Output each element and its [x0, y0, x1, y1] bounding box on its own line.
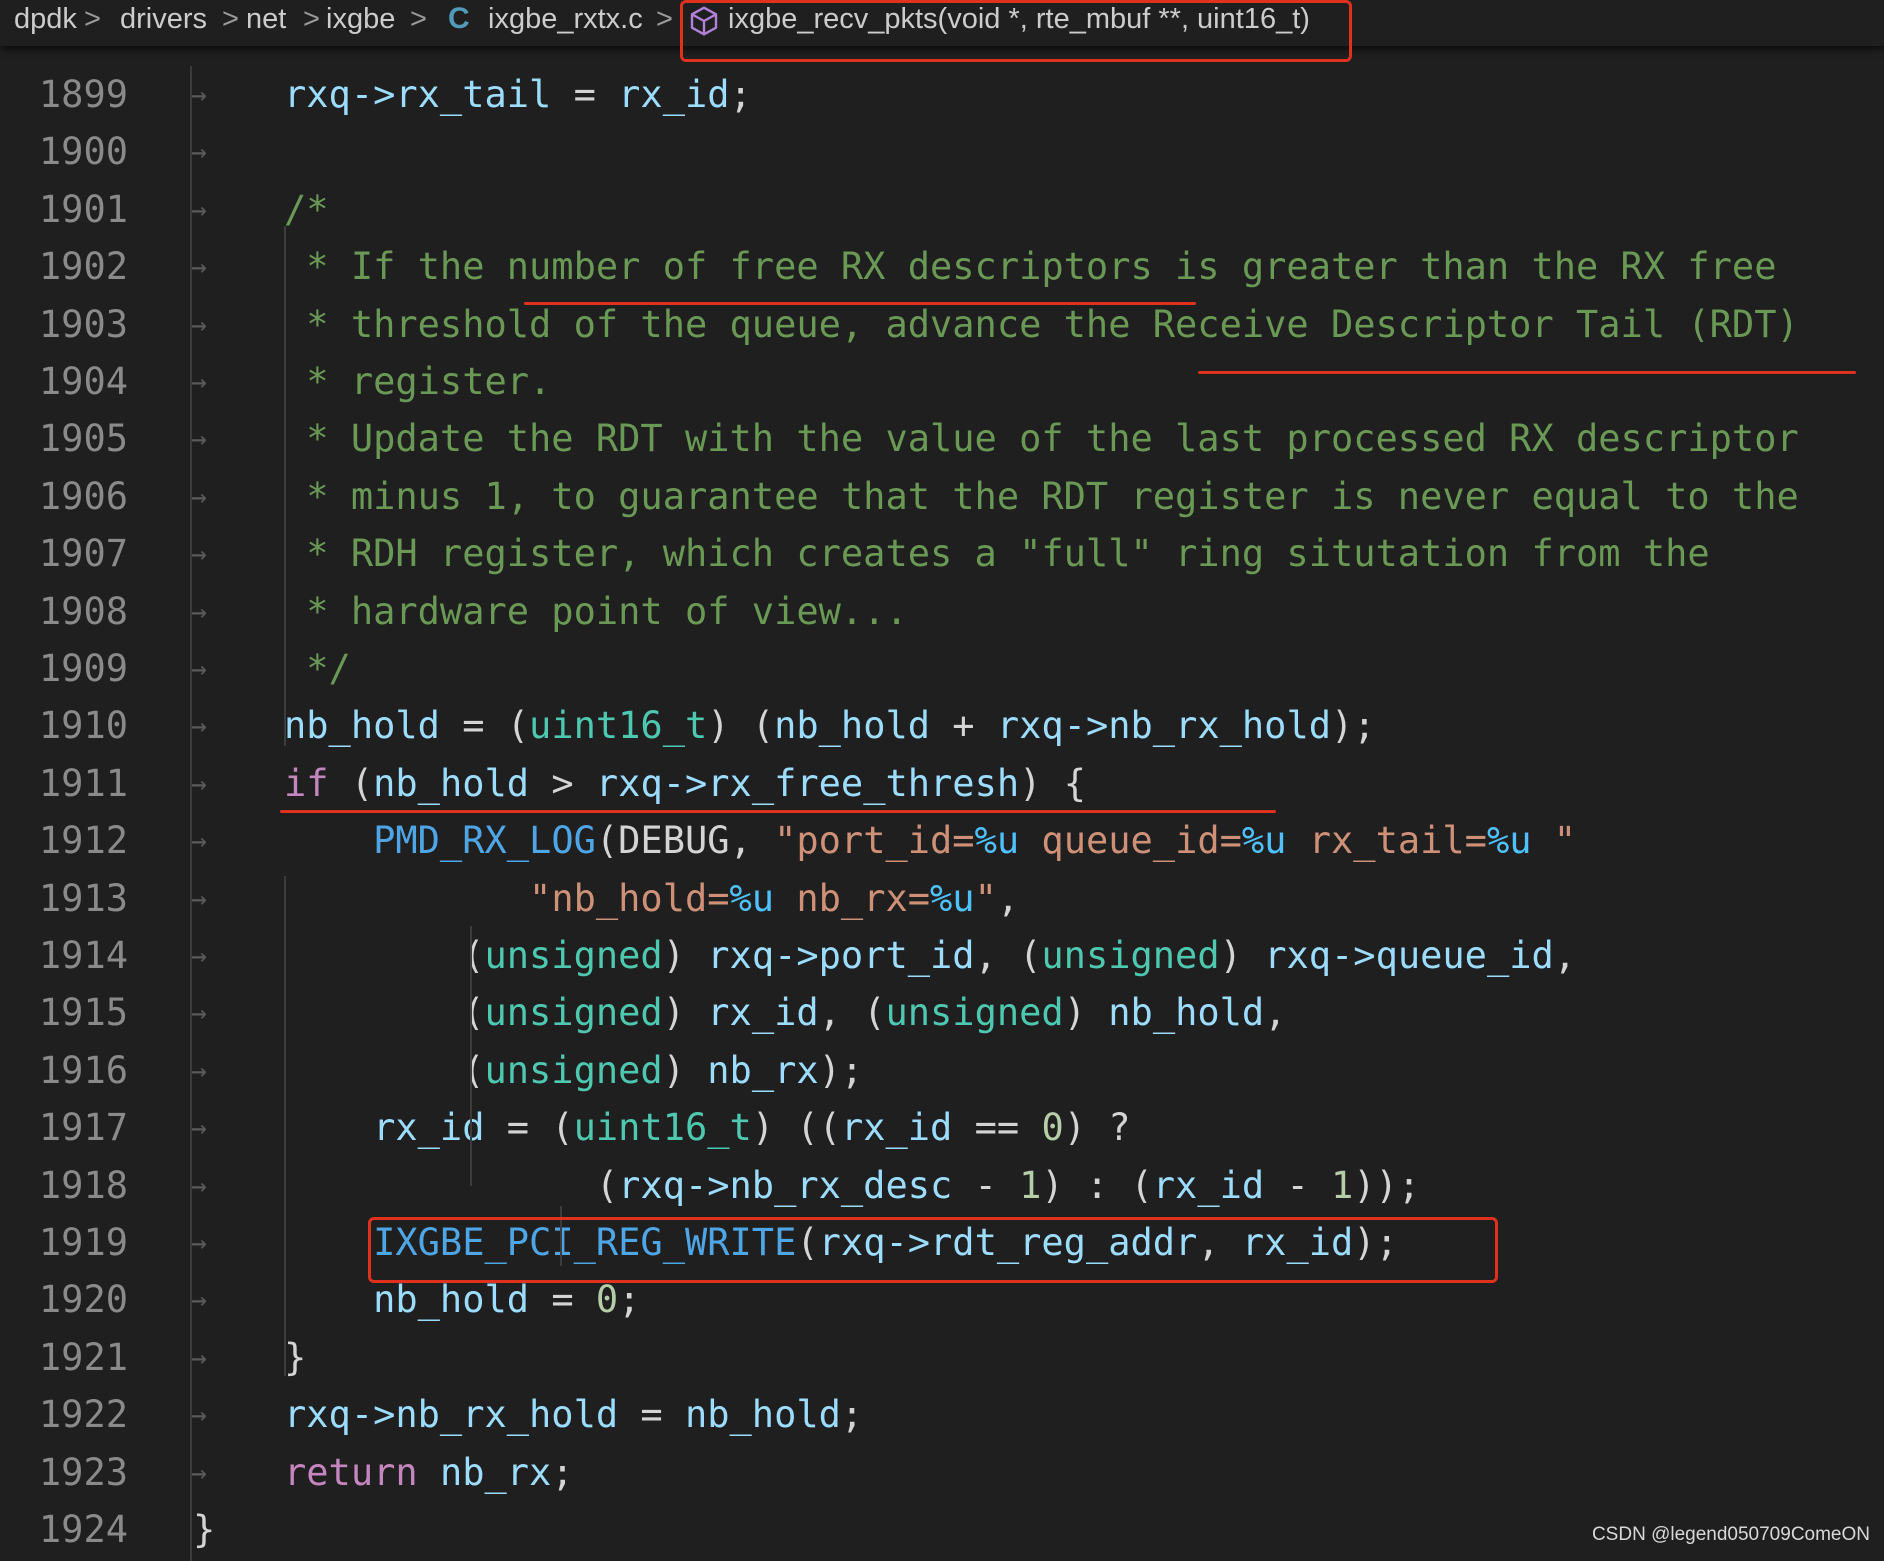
tab-arrow-icon: →: [190, 709, 207, 743]
code-line: "nb_hold=%u nb_rx=%u",: [529, 876, 1020, 920]
line-number: 1923: [38, 1450, 128, 1494]
tab-arrow-icon: →: [190, 537, 207, 571]
code-line: * RDH register, which creates a "full" r…: [284, 532, 1710, 576]
underline-receive-descriptor-tail: [1198, 371, 1856, 374]
code-line: return nb_rx;: [284, 1450, 574, 1494]
code-line: (unsigned) rx_id, (unsigned) nb_hold,: [284, 991, 1287, 1035]
code-line: }: [284, 1335, 307, 1379]
indent-guide: [470, 926, 472, 1186]
tab-arrow-icon: →: [190, 192, 207, 226]
tab-arrow-icon: →: [190, 766, 207, 800]
tab-arrow-icon: →: [190, 78, 207, 111]
chevron-right-icon: >: [303, 3, 320, 35]
code-line: rxq->rx_tail = rx_id;: [284, 73, 752, 116]
breadcrumb-item-drivers[interactable]: drivers: [120, 3, 207, 36]
tab-arrow-icon: →: [190, 594, 207, 628]
line-number: 1919: [38, 1221, 128, 1264]
tab-arrow-icon: →: [190, 422, 207, 456]
line-number: 1908: [38, 589, 128, 633]
code-line: * Update the RDT with the value of the l…: [284, 417, 1799, 461]
line-number: 1906: [38, 474, 128, 518]
code-line: if (nb_hold > rxq->rx_free_thresh) {: [284, 761, 1086, 805]
line-number: 1911: [38, 761, 128, 805]
code-line: * If the number of free RX descriptors i…: [284, 245, 1777, 289]
tab-arrow-icon: →: [190, 1168, 207, 1202]
line-number: 1904: [38, 360, 128, 403]
code-editor[interactable]: 1899 → rxq->rx_tail = rx_id; 1900 → 1901 → /* 19…: [0, 46, 1884, 1561]
chevron-right-icon: >: [656, 3, 673, 35]
tab-arrow-icon: →: [190, 1455, 207, 1489]
code-line: * register.: [284, 360, 552, 403]
tab-arrow-icon: →: [190, 479, 207, 513]
line-number: 1903: [38, 302, 128, 346]
tab-arrow-icon: →: [190, 1053, 207, 1087]
line-number: 1912: [38, 819, 128, 863]
line-number: 1918: [38, 1163, 128, 1207]
tab-arrow-icon: →: [190, 1111, 207, 1145]
code-line: /*: [284, 187, 329, 231]
tab-arrow-icon: →: [190, 1226, 207, 1259]
code-line: (unsigned) nb_rx);: [284, 1048, 864, 1092]
tab-arrow-icon: →: [190, 652, 207, 685]
code-line: * minus 1, to guarantee that the RDT reg…: [284, 474, 1799, 518]
line-number: 1922: [38, 1393, 128, 1437]
line-number: 1905: [38, 417, 128, 461]
code-line: PMD_RX_LOG(DEBUG, "port_id=%u queue_id=%…: [373, 819, 1577, 863]
line-number: 1917: [38, 1106, 128, 1150]
tab-arrow-icon: →: [190, 824, 207, 858]
indent-guide: [284, 876, 286, 1376]
line-number: 1899: [38, 73, 128, 116]
code-line: }: [193, 1508, 216, 1551]
function-highlight-box: [680, 0, 1352, 62]
code-line: nb_hold = (uint16_t) (nb_hold + rxq->nb_…: [284, 704, 1376, 748]
line-number: 1902: [38, 245, 128, 289]
line-number: 1909: [38, 647, 128, 690]
breadcrumb-item-net[interactable]: net: [246, 3, 286, 36]
underline-if-condition: [280, 810, 1276, 813]
line-number: 1914: [38, 934, 128, 977]
code-line: rxq->nb_rx_hold = nb_hold;: [284, 1393, 864, 1437]
line-number: 1915: [38, 991, 128, 1035]
indent-guide: [284, 226, 286, 746]
breadcrumb-item-dpdk[interactable]: dpdk: [14, 3, 77, 36]
line-number: 1907: [38, 532, 128, 576]
tab-arrow-icon: →: [190, 881, 207, 915]
line-number: 1900: [38, 130, 128, 174]
line-number: 1901: [38, 187, 128, 231]
chevron-right-icon: >: [222, 3, 239, 35]
breadcrumb-item-ixgbe[interactable]: ixgbe: [326, 3, 395, 36]
watermark: CSDN @legend050709ComeON: [1591, 1524, 1870, 1545]
chevron-right-icon: >: [410, 3, 427, 35]
tab-arrow-icon: →: [190, 135, 207, 169]
register-write-highlight-box: [368, 1217, 1498, 1283]
tab-arrow-icon: →: [190, 307, 207, 341]
tab-arrow-icon: →: [190, 1398, 207, 1432]
chevron-right-icon: >: [84, 3, 101, 35]
indent-guide: [190, 66, 192, 1561]
c-file-icon: C: [448, 2, 470, 35]
code-line: rx_id = (uint16_t) ((rx_id == 0) ?: [373, 1106, 1131, 1150]
code-line: (rxq->nb_rx_desc - 1) : (rx_id - 1));: [284, 1163, 1421, 1207]
line-number: 1921: [38, 1335, 128, 1379]
breadcrumb-item-file[interactable]: ixgbe_rxtx.c: [488, 3, 643, 36]
tab-arrow-icon: →: [190, 996, 207, 1030]
line-number: 1924: [38, 1508, 128, 1551]
code-line: */: [284, 647, 351, 690]
line-number: 1913: [38, 876, 128, 920]
tab-arrow-icon: →: [190, 939, 207, 972]
tab-arrow-icon: →: [190, 1283, 207, 1317]
line-number: 1916: [38, 1048, 128, 1092]
line-number: 1920: [38, 1278, 128, 1322]
code-line: * hardware point of view...: [284, 589, 908, 633]
tab-arrow-icon: →: [190, 365, 207, 398]
code-line: (unsigned) rxq->port_id, (unsigned) rxq-…: [284, 934, 1577, 977]
underline-number-of-free-rx-descriptors: [524, 302, 1196, 305]
tab-arrow-icon: →: [190, 1340, 207, 1374]
tab-arrow-icon: →: [190, 250, 207, 284]
line-number: 1910: [38, 704, 128, 748]
